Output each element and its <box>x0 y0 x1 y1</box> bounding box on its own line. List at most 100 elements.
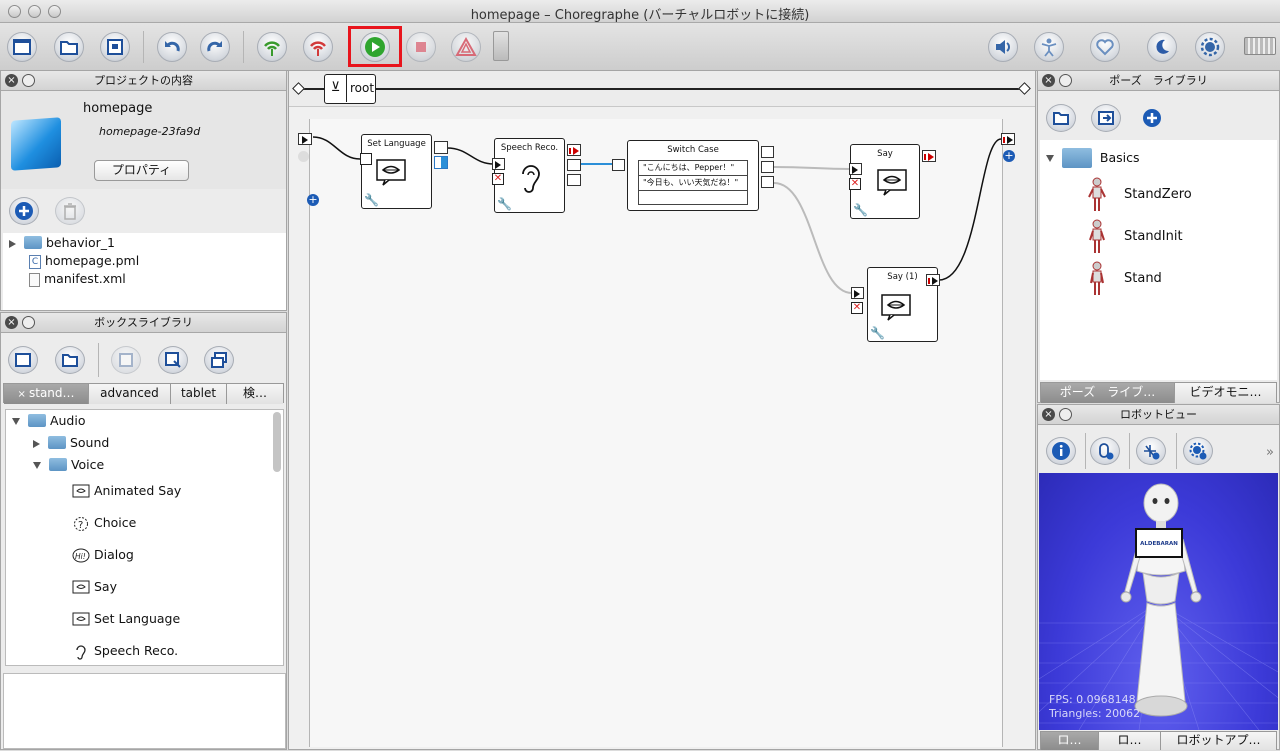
switch-case-output-1[interactable] <box>761 146 774 158</box>
autonomous-life-button[interactable] <box>1090 32 1120 62</box>
save-as-library-button[interactable] <box>158 346 188 374</box>
float-icon[interactable] <box>1059 74 1072 87</box>
tree-item-voice[interactable]: Voice <box>33 456 104 474</box>
tab-tablet[interactable]: tablet <box>171 384 227 404</box>
box-item-speech-reco[interactable]: Speech Reco. <box>72 642 178 660</box>
speech-reco-word-output[interactable] <box>567 159 581 171</box>
say-1-stop-input[interactable]: ✕ <box>851 302 863 314</box>
stop-button[interactable] <box>406 32 436 62</box>
file-row[interactable]: manifest.xml <box>29 270 126 288</box>
file-row[interactable]: behavior_1 <box>9 234 115 252</box>
switch-case-input[interactable] <box>612 159 625 171</box>
close-icon[interactable]: × <box>5 316 18 329</box>
save-library-button[interactable] <box>111 346 141 374</box>
wrench-icon[interactable]: 🔧 <box>870 326 885 340</box>
volume-button[interactable] <box>988 32 1018 62</box>
say-finish-output[interactable] <box>922 150 936 162</box>
info-button[interactable] <box>1046 437 1076 465</box>
behavior-start-input[interactable] <box>298 133 312 145</box>
add-input-plus-icon[interactable]: + <box>307 194 319 206</box>
joints-button[interactable] <box>1136 437 1166 465</box>
collapse-icon[interactable] <box>12 418 20 425</box>
pose-folder-basics[interactable]: Basics <box>1046 147 1140 168</box>
set-language-output[interactable] <box>434 141 448 154</box>
motors-button[interactable] <box>1034 32 1064 62</box>
tab-pose-library[interactable]: ポーズ ライブ… <box>1041 383 1175 403</box>
switch-case-output-2[interactable] <box>761 161 774 173</box>
library-windows-button[interactable] <box>204 346 234 374</box>
tab-robot-view[interactable]: ロ… <box>1041 732 1099 750</box>
box-set-language[interactable]: Set Language 🔧 <box>361 134 432 209</box>
float-icon[interactable] <box>22 74 35 87</box>
expand-icon[interactable] <box>33 439 40 448</box>
settings-button[interactable] <box>1195 32 1225 62</box>
import-pose-button[interactable] <box>1091 104 1121 132</box>
pose-item-standinit[interactable]: StandInit <box>1088 217 1183 257</box>
connect-button[interactable] <box>257 32 287 62</box>
close-icon[interactable]: × <box>1042 408 1055 421</box>
robot-3d-viewport[interactable]: ALDEBARAN FPS: 0.0968148 Triangles: 2006… <box>1039 473 1278 730</box>
view-settings-button[interactable] <box>1183 437 1213 465</box>
new-library-button[interactable] <box>8 346 38 374</box>
open-library-button[interactable] <box>55 346 85 374</box>
collapse-icon[interactable] <box>33 462 41 469</box>
play-button[interactable] <box>360 32 390 62</box>
rest-button[interactable] <box>1147 32 1177 62</box>
expand-icon[interactable] <box>9 239 16 248</box>
switch-case-item[interactable]: "今日も、いい天気だね！" <box>639 176 747 191</box>
box-item-dialog[interactable]: Hi! Dialog <box>72 546 134 564</box>
tab-robot-log[interactable]: ロ… <box>1099 732 1161 750</box>
tree-item-audio[interactable]: Audio <box>12 412 85 430</box>
scrollbar-thumb[interactable] <box>273 412 281 472</box>
pose-item-standzero[interactable]: StandZero <box>1088 175 1192 215</box>
set-language-input[interactable] <box>360 153 372 165</box>
file-row[interactable]: C homepage.pml <box>29 252 139 270</box>
float-icon[interactable] <box>1059 408 1072 421</box>
wrench-icon[interactable]: 🔧 <box>364 193 379 207</box>
say-1-finish-output[interactable] <box>926 274 940 286</box>
behavior-finish-output[interactable] <box>1001 133 1015 145</box>
add-output-plus-icon[interactable]: + <box>1003 150 1015 162</box>
disconnect-button[interactable] <box>303 32 333 62</box>
collapse-icon[interactable] <box>1046 155 1054 162</box>
open-pose-library-button[interactable] <box>1046 104 1076 132</box>
pose-item-stand[interactable]: Stand <box>1088 259 1162 299</box>
box-item-animated-say[interactable]: Animated Say <box>72 482 181 500</box>
speed-slider[interactable] <box>493 31 509 61</box>
switch-case-item[interactable]: "こんにちは、Pepper！" <box>639 161 747 176</box>
say-stop-input[interactable]: ✕ <box>849 178 861 190</box>
tab-advanced[interactable]: advanced <box>89 384 171 404</box>
delete-file-button[interactable] <box>55 197 85 225</box>
tree-item-sound[interactable]: Sound <box>33 434 109 452</box>
tab-video-monitor[interactable]: ビデオモニ… <box>1175 383 1276 403</box>
speech-reco-stopped-output[interactable] <box>567 144 581 156</box>
properties-button[interactable]: プロパティ <box>94 160 189 181</box>
speech-reco-start-input[interactable] <box>492 158 505 170</box>
tab-search[interactable]: 検… <box>227 384 283 404</box>
speech-reco-stop-input[interactable]: ✕ <box>492 173 504 185</box>
speech-reco-other-output[interactable] <box>567 174 581 186</box>
switch-case-output-3[interactable] <box>761 176 774 188</box>
overflow-chevron-icon[interactable]: » <box>1266 445 1274 460</box>
tab-robot-applications[interactable]: ロボットアプ… <box>1161 732 1276 750</box>
save-project-button[interactable] <box>100 32 130 62</box>
emergency-button[interactable] <box>451 32 481 62</box>
float-icon[interactable] <box>22 316 35 329</box>
box-item-choice[interactable]: ? Choice <box>72 514 136 532</box>
add-pose-button[interactable] <box>1137 104 1167 132</box>
box-item-set-language[interactable]: Set Language <box>72 610 180 628</box>
say-start-input[interactable] <box>849 163 862 175</box>
close-icon[interactable]: × <box>1042 74 1055 87</box>
undo-button[interactable] <box>157 32 187 62</box>
box-item-say[interactable]: Say <box>72 578 117 596</box>
new-project-button[interactable] <box>7 32 37 62</box>
wrench-icon[interactable]: 🔧 <box>497 197 512 211</box>
open-project-button[interactable] <box>54 32 84 62</box>
box-speech-reco[interactable]: Speech Reco. 🔧 <box>494 138 565 213</box>
wrench-icon[interactable]: 🔧 <box>853 203 868 217</box>
say-1-start-input[interactable] <box>851 287 864 299</box>
close-tab-icon[interactable]: × <box>17 389 29 400</box>
add-input-icon[interactable] <box>298 151 309 162</box>
collision-button[interactable] <box>1090 437 1120 465</box>
redo-button[interactable] <box>200 32 230 62</box>
